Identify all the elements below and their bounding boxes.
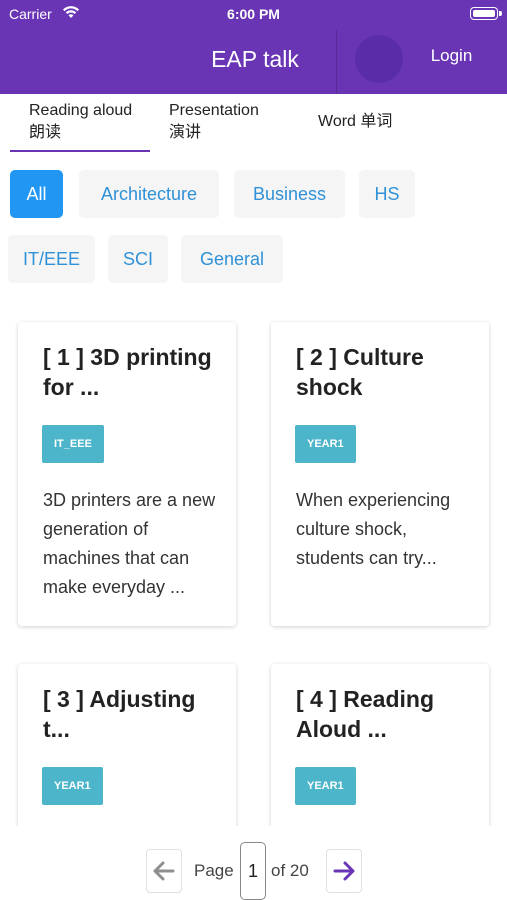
page-total-label: of 20	[271, 861, 309, 880]
status-time: 6:00 PM	[227, 6, 280, 22]
card-tag-badge: YEAR1	[295, 425, 356, 463]
filter-chip-architecture[interactable]: Architecture	[79, 170, 219, 218]
filter-chip-business[interactable]: Business	[234, 170, 345, 218]
filter-chip-hs[interactable]: HS	[359, 170, 415, 218]
article-card[interactable]: [ 2 ] Culture shock YEAR1 When experienc…	[271, 322, 489, 626]
app-title: EAP talk	[211, 46, 299, 72]
card-excerpt: When experiencing culture shock, student…	[296, 490, 451, 568]
filter-chip-it-eee[interactable]: IT/EEE	[8, 235, 95, 283]
avatar[interactable]	[355, 35, 403, 83]
card-title: [ 2 ] Culture shock	[296, 344, 424, 400]
card-tag-badge: YEAR1	[42, 767, 103, 805]
next-page-button[interactable]	[326, 849, 362, 893]
app-bar: Carrier 6:00 PM EAP talk Login	[0, 0, 507, 94]
tab-presentation[interactable]: Presentation 演讲	[169, 100, 269, 144]
tab-word[interactable]: Word 单词	[318, 111, 428, 133]
appbar-divider	[336, 30, 337, 94]
filter-chip-all[interactable]: All	[10, 170, 63, 218]
card-excerpt: 3D printers are a new generation of mach…	[43, 490, 216, 597]
tab-indicator	[10, 150, 150, 152]
filter-chip-general[interactable]: General	[181, 235, 283, 283]
prev-page-button[interactable]	[146, 849, 182, 893]
login-button[interactable]: Login	[414, 46, 489, 66]
tab-reading-aloud[interactable]: Reading aloud 朗读	[29, 100, 149, 144]
page-label: Page	[194, 861, 234, 880]
battery-icon	[470, 7, 502, 20]
card-title: [ 1 ] 3D printing for ...	[43, 344, 212, 400]
arrow-right-icon	[333, 861, 355, 881]
category-tabs: Reading aloud 朗读 Presentation 演讲 Word 单词	[0, 94, 507, 154]
page-number-input[interactable]	[240, 842, 266, 900]
arrow-left-icon	[153, 861, 175, 881]
filter-chip-sci[interactable]: SCI	[108, 235, 168, 283]
status-bar: Carrier 6:00 PM	[0, 0, 507, 28]
card-title: [ 3 ] Adjusting t...	[43, 686, 196, 742]
article-card[interactable]: [ 1 ] 3D printing for ... IT_EEE 3D prin…	[18, 322, 236, 626]
card-tag-badge: IT_EEE	[42, 425, 104, 463]
pagination-bar: Page of 20	[0, 826, 507, 900]
card-title: [ 4 ] Reading Aloud ...	[296, 686, 435, 742]
card-tag-badge: YEAR1	[295, 767, 356, 805]
